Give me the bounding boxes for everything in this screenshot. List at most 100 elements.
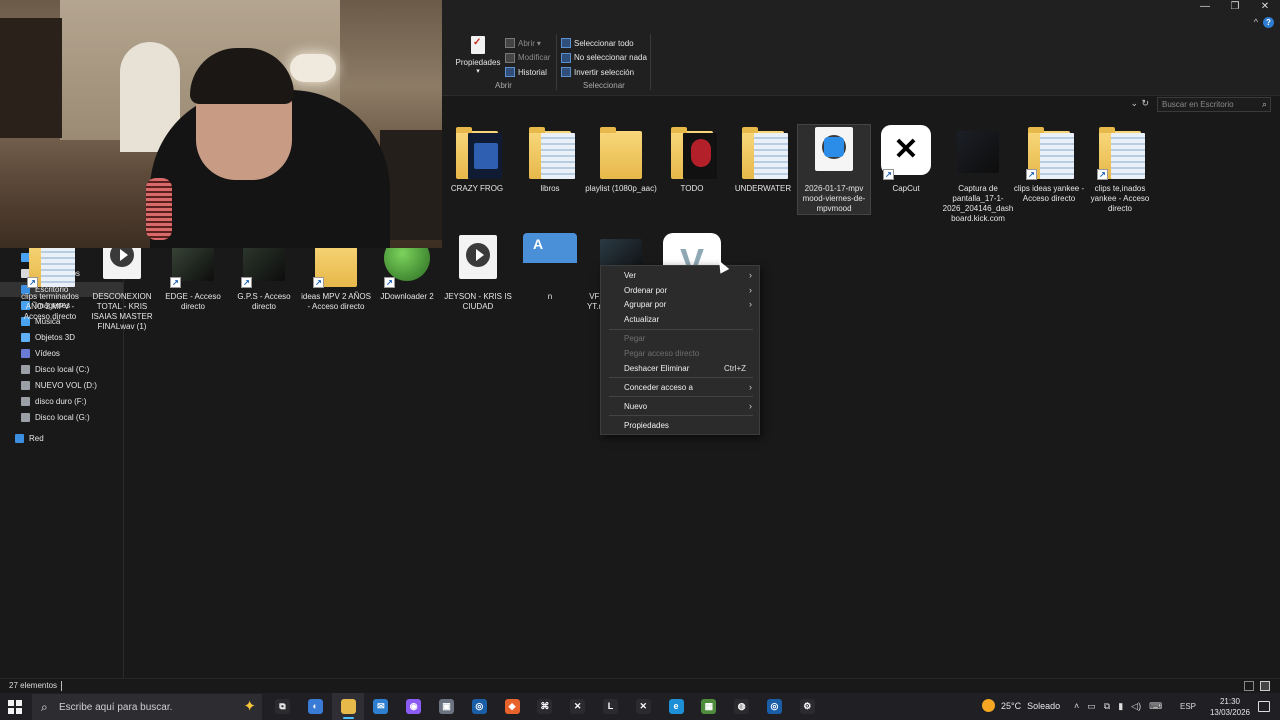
taskbar-app-steam-2[interactable]: ◎ [758,693,791,720]
taskbar-app-copilot[interactable]: ◐ [299,693,332,720]
taskbar-app-brave[interactable]: ◆ [496,693,529,720]
language-indicator[interactable]: ESP [1180,702,1196,711]
menu-item-propiedades[interactable]: Propiedades [602,418,758,433]
taskbar-app-settings[interactable]: ⚙ [791,693,824,720]
folder-preview [1040,133,1074,179]
menu-item-deshacer-eliminar[interactable]: Deshacer Eliminar Ctrl+Z [602,361,758,376]
image-thumbnail-icon [957,131,999,173]
taskbar-app-obs[interactable]: ◍ [725,693,758,720]
menu-item-conceder-acceso[interactable]: Conceder acceso a › [602,380,758,395]
taskbar-search-input[interactable] [59,700,209,714]
mic-icon[interactable]: ▮ [1118,701,1123,712]
drive-icon [21,413,30,422]
sidebar-item-vídeos[interactable]: Vídeos [0,346,123,361]
settings-icon: ⚙ [799,699,815,714]
properties-button[interactable]: Propiedades ▾ [455,36,501,75]
desktop-item[interactable]: TODO [656,125,728,194]
chevron-down-icon[interactable]: ⌄ [1130,98,1138,109]
item-count: 27 elementos [9,681,58,690]
volume-icon[interactable]: ◁) [1131,701,1141,712]
taskbar-search[interactable]: ⌕ ✦ [32,694,262,720]
menu-separator [609,396,753,397]
taskbar-apps: ⧉ ◐ ✉ ◉ ▣ ◎ ◆ ⌘ ✕ L ✕ e ▦ ◍ ◎ ⚙ [266,693,824,720]
menu-item-ordenar-por[interactable]: Ordenar por › [602,283,758,298]
folder-preview [683,133,717,179]
invert-selection-button[interactable]: Invertir selección [561,65,647,80]
desktop-item[interactable]: An [514,233,586,302]
chevron-up-icon[interactable]: ˄ [1074,701,1079,712]
notification-icon[interactable] [1258,701,1270,712]
clock[interactable]: 21:30 13/03/2026 [1208,696,1252,718]
taskbar-app-photos[interactable]: ▣ [430,693,463,720]
sidebar-item-disco-local-c[interactable]: Disco local (C:) [0,362,123,377]
weather-widget[interactable]: 25°C Soleado [982,699,1060,712]
desktop-item[interactable]: 2026-01-17-mpv mood-viernes-de-mpvmood [797,124,871,215]
capcut-2-icon: ✕ [635,699,651,714]
taskbar-app-task-view[interactable]: ⧉ [266,693,299,720]
keyboard-icon[interactable]: ⌨ [1149,701,1162,712]
taskbar-app-chatgpt[interactable]: ⌘ [528,693,561,720]
edge-icon: e [668,699,684,714]
ribbon-collapse-chevron-icon[interactable]: ^ [1254,17,1258,27]
taskbar-app-capcut[interactable]: ✕ [561,693,594,720]
taskbar-app-file-explorer[interactable] [331,693,365,720]
desktop-item[interactable]: playlist (1080p_aac) [585,125,657,194]
desktop-item[interactable]: ↗ clips te,inados yankee - Acceso directo [1084,125,1156,214]
search-box[interactable]: ⌕ [1157,97,1271,112]
desktop-item[interactable]: ↗ clips ideas yankee - Acceso directo [1013,125,1085,204]
menu-item-actualizar[interactable]: Actualizar [602,312,758,327]
menu-separator [609,377,753,378]
sidebar-item-disco-duro-f[interactable]: disco duro (F:) [0,394,123,409]
help-icon[interactable]: ? [1263,17,1274,28]
desktop-item[interactable]: CRAZY FROG [441,125,513,194]
file-thumbnail [734,125,792,183]
restore-button[interactable]: ❐ [1220,0,1250,14]
menu-label: Ver [624,271,637,280]
taskbar-app-mail[interactable]: ✉ [364,693,397,720]
network-icon[interactable]: ▭ [1087,701,1096,712]
steam-icon: ◎ [471,699,487,714]
sidebar-item-objetos-3d[interactable]: Objetos 3D [0,330,123,345]
desktop-item[interactable]: libros [514,125,586,194]
sidebar-item-red[interactable]: Red [0,431,123,446]
menu-item-ver[interactable]: Ver › [602,268,758,283]
close-button[interactable]: ✕ [1250,0,1280,14]
taskbar-app-steam[interactable]: ◎ [463,693,496,720]
select-all-label: Seleccionar todo [574,38,634,48]
address-bar[interactable]: ⌄ ↻ [442,97,1150,112]
webcam-overlay [0,0,442,248]
sidebar-item-disco-local-g[interactable]: Disco local (G:) [0,410,123,425]
select-none-button[interactable]: No seleccionar nada [561,51,647,66]
taskbar-app-minecraft[interactable]: ▦ [692,693,725,720]
minimize-button[interactable]: — [1190,0,1220,14]
refresh-icon[interactable]: ↻ [1141,98,1149,109]
sidebar-item-label: Disco local (G:) [35,413,90,422]
display-icon[interactable]: ⧉ [1104,701,1110,712]
desktop-item[interactable]: ✕ ↗ CapCut [870,125,942,194]
details-view-icon[interactable] [1244,681,1254,691]
open-button[interactable]: Abrir ▾ [505,36,550,51]
menu-item-nuevo[interactable]: Nuevo › [602,399,758,414]
file-thumbnail [521,125,579,183]
context-menu: Ver › Ordenar por › Agrupar por › Actualiza… [600,265,760,435]
file-name: UNDERWATER [734,184,792,193]
sidebar-item-label: NUEVO VOL (D:) [35,381,97,390]
desktop-item[interactable]: Captura de pantalla_17-1-2026_204146_das… [942,125,1014,224]
desktop-item[interactable]: JEYSON - KRIS IS CIUDAD [442,233,514,312]
taskbar-app-edge[interactable]: e [660,693,693,720]
drive-icon [21,365,30,374]
desktop-item[interactable]: UNDERWATER [727,125,799,194]
taskbar-app-live[interactable]: L [594,693,627,720]
taskbar-app-messenger[interactable]: ◉ [397,693,430,720]
select-all-button[interactable]: Seleccionar todo [561,36,647,51]
search-input[interactable] [1162,99,1258,110]
large-icons-view-icon[interactable] [1260,681,1270,691]
sidebar-item-nuevo-vol-d[interactable]: NUEVO VOL (D:) [0,378,123,393]
media-file-icon [459,235,497,279]
modify-button[interactable]: Modificar [505,51,550,66]
menu-item-agrupar-por[interactable]: Agrupar por › [602,297,758,312]
history-button[interactable]: Historial [505,65,550,80]
taskbar-app-capcut-2[interactable]: ✕ [627,693,660,720]
start-button-windows-icon[interactable] [8,700,22,714]
divider [556,34,557,90]
